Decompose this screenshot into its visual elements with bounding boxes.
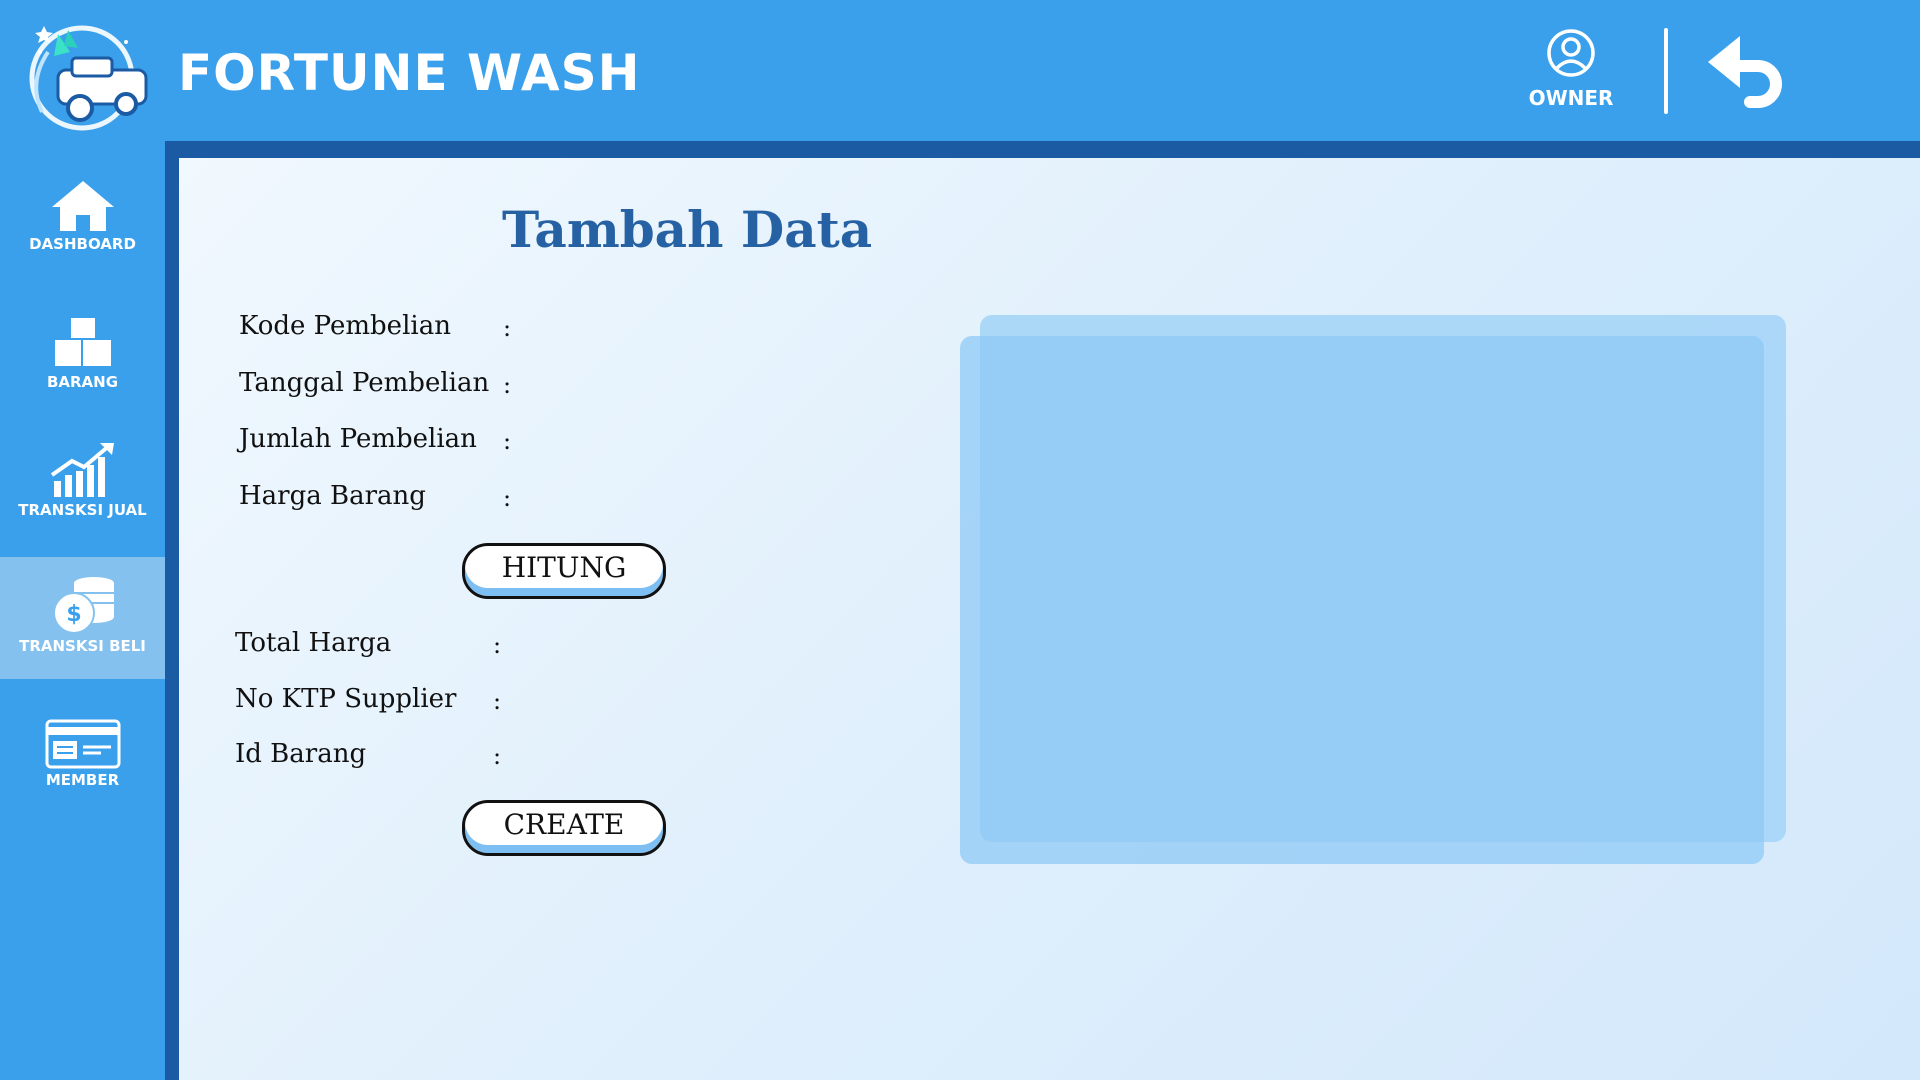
sidebar-item-label: TRANSKSI BELI [19, 637, 146, 655]
jumlah-pembelian-label: Jumlah Pembelian [239, 424, 477, 454]
data-panel [960, 336, 1764, 864]
harga-barang-separator: : [503, 484, 512, 512]
create-button[interactable]: CREATE [462, 800, 666, 856]
no-ktp-supplier-separator: : [493, 687, 502, 715]
total-harga-separator: : [493, 631, 502, 659]
id-barang-separator: : [493, 742, 502, 770]
id-barang-input[interactable] [518, 740, 838, 774]
sidebar-item-member[interactable]: MEMBER [0, 719, 165, 789]
jumlah-pembelian-separator: : [503, 427, 512, 455]
total-harga-label: Total Harga [235, 628, 392, 658]
sidebar-item-transaksi-jual[interactable]: TRANSKSI JUAL [0, 441, 165, 519]
sidebar-item-barang[interactable]: BARANG [0, 315, 165, 391]
hitung-button[interactable]: HITUNG [462, 543, 666, 599]
jumlah-pembelian-input[interactable] [528, 425, 848, 459]
user-circle-icon [1508, 28, 1634, 78]
no-ktp-supplier-label: No KTP Supplier [235, 684, 457, 714]
sidebar-item-dashboard[interactable]: DASHBOARD [0, 179, 165, 253]
coins-icon: $ [0, 571, 165, 635]
chart-up-icon [0, 441, 165, 499]
back-arrow-icon [1704, 36, 1792, 112]
header-divider [1664, 28, 1668, 114]
app-header: FORTUNE WASH OWNER [0, 0, 1920, 141]
sidebar-item-label: TRANSKSI JUAL [18, 501, 147, 519]
sidebar-item-transaksi-beli[interactable]: $ TRANSKSI BELI [0, 557, 165, 679]
harga-barang-input[interactable] [528, 482, 848, 516]
svg-text:$: $ [66, 602, 81, 627]
boxes-icon [0, 315, 165, 371]
id-barang-label: Id Barang [235, 739, 367, 769]
tanggal-pembelian-separator: : [503, 371, 512, 399]
tanggal-pembelian-input[interactable] [528, 369, 848, 403]
app-title: FORTUNE WASH [178, 44, 641, 102]
harga-barang-label: Harga Barang [239, 481, 426, 511]
kode-pembelian-separator: : [503, 314, 512, 342]
sidebar: DASHBOARD BARANG TRANSKSI JUAL $ TRANSKS… [0, 141, 165, 1080]
member-card-icon [0, 719, 165, 769]
sidebar-item-label: MEMBER [45, 771, 120, 789]
kode-pembelian-input[interactable] [528, 312, 848, 346]
home-icon [0, 179, 165, 233]
owner-label: OWNER [1528, 86, 1614, 110]
tanggal-pembelian-label: Tanggal Pembelian [239, 368, 490, 398]
kode-pembelian-label: Kode Pembelian [239, 311, 451, 341]
total-harga-input[interactable] [518, 629, 838, 663]
sidebar-item-label: DASHBOARD [29, 235, 136, 253]
no-ktp-supplier-input[interactable] [518, 685, 838, 719]
back-button[interactable] [1704, 32, 1792, 108]
owner-profile-button[interactable]: OWNER [1508, 28, 1634, 118]
page-title: Tambah Data [502, 200, 873, 259]
car-wash-logo [18, 12, 150, 132]
sidebar-item-label: BARANG [46, 373, 119, 391]
